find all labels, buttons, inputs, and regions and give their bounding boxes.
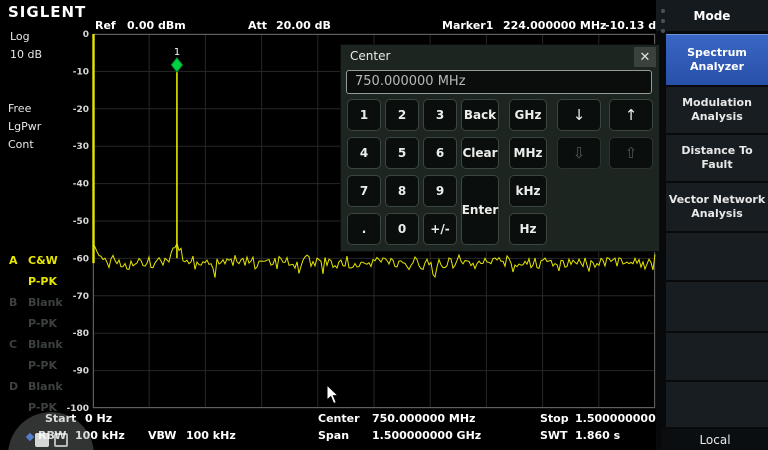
trace-c-id: C [9, 338, 17, 351]
sidebar-item-empty [666, 282, 768, 331]
key-4[interactable]: 4 [347, 137, 381, 169]
center-frequency-input[interactable]: 750.000000 MHz [346, 70, 652, 94]
trace-b-detector: P-PK [28, 317, 57, 330]
svg-text:1: 1 [174, 47, 180, 58]
launcher-grid-icon [54, 433, 68, 447]
trace-c-type: Blank [28, 338, 63, 351]
scale-type-label: Log [10, 30, 30, 43]
menu-drag-handle-icon[interactable] [661, 9, 666, 33]
span-value: 1.500000000 GHz [372, 429, 481, 442]
key-6[interactable]: 6 [423, 137, 457, 169]
svg-text:-90: -90 [73, 367, 89, 377]
swt-value: 1.860 s [575, 429, 620, 442]
trace-a-type: C&W [28, 254, 58, 267]
svg-text:-50: -50 [73, 217, 89, 227]
marker-frequency: 224.000000 MHz [503, 19, 606, 32]
trigger-lgpwr-label: LgPwr [8, 120, 41, 133]
sidebar-item-modulation-analysis[interactable]: Modulation Analysis [666, 87, 768, 133]
key-unit-mhz[interactable]: MHz [509, 137, 547, 169]
key-0[interactable]: 0 [385, 213, 419, 245]
stop-label: Stop [540, 412, 569, 425]
key-clear[interactable]: Clear [461, 137, 499, 169]
trace-d-type: Blank [28, 380, 63, 393]
key-3[interactable]: 3 [423, 99, 457, 131]
ref-value: 0.00 dBm [127, 19, 186, 32]
key-9[interactable]: 9 [423, 175, 457, 207]
svg-text:-10: -10 [73, 67, 89, 77]
menu-title: Mode [656, 0, 768, 31]
sidebar-item-empty [666, 382, 768, 427]
coarse-up-button[interactable]: ⇧ [609, 137, 653, 169]
svg-text:-20: -20 [73, 105, 89, 115]
center-value: 750.000000 MHz [372, 412, 475, 425]
trace-c-detector: P-PK [28, 359, 57, 372]
sidebar-item-empty [666, 333, 768, 380]
trace-b-id: B [9, 296, 17, 309]
close-icon[interactable]: ✕ [634, 47, 656, 67]
center-label: Center [318, 412, 360, 425]
softkey-menu: Mode Spectrum Analyzer Modulation Analys… [656, 0, 768, 450]
svg-text:0: 0 [83, 30, 89, 40]
att-value: 20.00 dB [276, 19, 331, 32]
key-plusminus[interactable]: +/- [423, 213, 457, 245]
sidebar-item-vector-network-analysis[interactable]: Vector Network Analysis [666, 183, 768, 231]
key-5[interactable]: 5 [385, 137, 419, 169]
trace-b-type: Blank [28, 296, 63, 309]
spectrum-analyzer-screen: 0-10-20-30-40-50-60-70-80-90-1001 SIGLEN… [0, 0, 768, 450]
vbw-value: 100 kHz [186, 429, 236, 442]
vbw-label: VBW [148, 429, 176, 442]
key-dot[interactable]: . [347, 213, 381, 245]
dialog-title: Center [350, 49, 390, 63]
sidebar-item-spectrum-analyzer[interactable]: Spectrum Analyzer [666, 34, 768, 85]
span-label: Span [318, 429, 349, 442]
trigger-cont-label: Cont [8, 138, 34, 151]
trace-d-id: D [9, 380, 18, 393]
scale-div-label: 10 dB [10, 48, 42, 61]
trace-a-id: A [9, 254, 18, 267]
svg-text:-40: -40 [73, 180, 89, 190]
key-unit-ghz[interactable]: GHz [509, 99, 547, 131]
mouse-cursor [326, 384, 340, 405]
svg-text:-60: -60 [73, 254, 89, 264]
key-2[interactable]: 2 [385, 99, 419, 131]
key-7[interactable]: 7 [347, 175, 381, 207]
att-label: Att [248, 19, 267, 32]
trace-a-detector: P-PK [28, 275, 57, 288]
key-back[interactable]: Back [461, 99, 499, 131]
marker-label: Marker1 [442, 19, 493, 32]
step-up-button[interactable]: ↑ [609, 99, 653, 131]
sidebar-item-empty [666, 233, 768, 280]
svg-text:-80: -80 [73, 329, 89, 339]
start-value: 0 Hz [85, 412, 112, 425]
key-unit-hz[interactable]: Hz [509, 213, 547, 245]
siglent-logo: SIGLENT [8, 3, 86, 21]
key-1[interactable]: 1 [347, 99, 381, 131]
swt-label: SWT [540, 429, 568, 442]
key-enter[interactable]: Enter [461, 175, 499, 245]
sidebar-item-distance-to-fault[interactable]: Distance To Fault [666, 135, 768, 181]
step-down-button[interactable]: ↓ [557, 99, 601, 131]
coarse-down-button[interactable]: ⇩ [557, 137, 601, 169]
ref-label: Ref [95, 19, 116, 32]
launcher-grid-icon [35, 433, 49, 447]
center-frequency-dialog: Center ✕ 750.000000 MHz 1 2 3 Back GHz ↓… [340, 44, 660, 252]
local-button[interactable]: Local [662, 429, 768, 450]
key-8[interactable]: 8 [385, 175, 419, 207]
key-unit-khz[interactable]: kHz [509, 175, 547, 207]
svg-text:-30: -30 [73, 142, 89, 152]
trigger-free-label: Free [8, 102, 31, 115]
svg-text:-70: -70 [73, 292, 89, 302]
